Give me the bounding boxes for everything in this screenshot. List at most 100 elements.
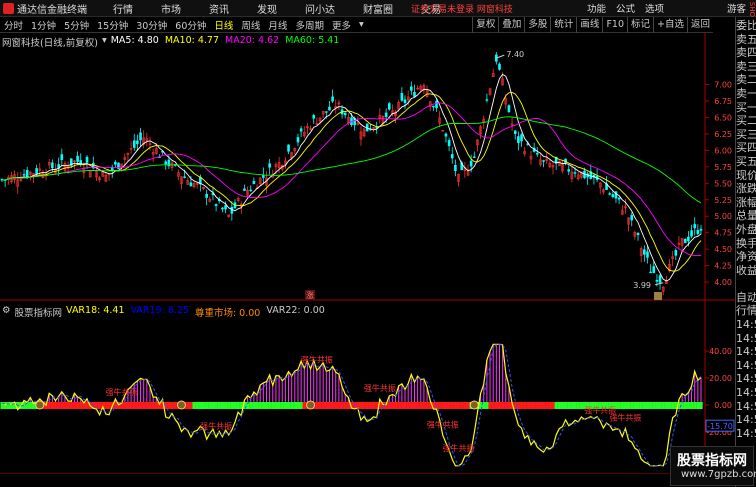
high-label: 7.40 <box>506 50 524 59</box>
price-tick-label: 6.50 <box>714 113 732 122</box>
candle-body <box>114 161 117 165</box>
candle-body <box>205 193 208 198</box>
signal-band-segment <box>302 402 306 409</box>
side-panel-item: 14:5 <box>736 318 756 332</box>
signal-band-segment <box>393 402 398 409</box>
candle-body <box>384 112 388 117</box>
signal-band-segment <box>441 402 445 409</box>
candle-body <box>136 140 139 145</box>
signal-band-segment <box>255 402 259 409</box>
signal-band-segment <box>211 402 215 409</box>
side-panel-item: 委比 <box>736 19 756 32</box>
signal-band-segment <box>236 402 240 409</box>
signal-band-segment <box>268 402 272 409</box>
candle-body <box>617 197 621 200</box>
signal-band-segment <box>198 402 203 409</box>
signal-band-segment <box>340 402 344 409</box>
signal-band-segment <box>167 402 171 409</box>
signal-band-segment <box>189 402 193 409</box>
var18-value: VAR18: 4.41 <box>66 305 125 316</box>
signal-band-segment <box>491 402 495 409</box>
price-tick-label: 5.75 <box>714 163 732 172</box>
signal-band-segment <box>220 402 225 409</box>
side-panel-item: 14:5 <box>736 426 756 440</box>
signal-band-segment <box>620 402 624 409</box>
signal-band-segment <box>208 402 212 409</box>
side-panel-item: 买二 <box>736 114 756 128</box>
signal-band-segment <box>324 402 329 409</box>
candle-body <box>683 238 687 244</box>
signal-band-segment <box>98 402 102 409</box>
signal-band-segment <box>412 402 417 409</box>
signal-band-segment <box>79 402 83 409</box>
candle-body <box>164 161 168 165</box>
candle-body <box>312 115 316 119</box>
kline-chart[interactable]: 7.00 6.75 6.50 6.25 6.00 5.75 5.50 5.25 5.00 4.75… <box>0 0 735 474</box>
candle-body <box>60 154 64 161</box>
signal-band-segment <box>642 402 647 409</box>
signal-band-segment <box>541 402 546 409</box>
market-value: 尊重市场: 0.00 <box>194 308 261 319</box>
signal-band-segment <box>456 402 461 409</box>
signal-band-segment <box>466 402 470 409</box>
signal-band-segment <box>214 402 218 409</box>
signal-band-segment <box>403 402 407 409</box>
side-badge[interactable]: SHO <box>748 2 756 17</box>
indicator-name[interactable]: 股票指标网 <box>15 305 63 319</box>
signal-band-segment <box>649 402 653 409</box>
signal-band-segment <box>327 402 332 409</box>
signal-band-segment <box>453 402 458 409</box>
candle-body <box>608 193 611 195</box>
signal-band-segment <box>318 402 322 409</box>
signal-band-segment <box>416 402 420 409</box>
signal-band-segment <box>129 402 133 409</box>
side-panel-item: 涨跌 <box>736 182 756 196</box>
signal-label: 强牛共振 <box>609 412 641 422</box>
signal-band-segment <box>548 402 552 409</box>
signal-band-segment <box>551 402 555 409</box>
signal-band-segment <box>554 402 558 409</box>
candle-body <box>287 144 290 152</box>
candle-body <box>498 63 501 70</box>
signal-band-segment <box>529 402 533 409</box>
candle-body <box>230 206 234 214</box>
candle-body <box>331 96 334 102</box>
signal-band-segment <box>290 402 294 409</box>
candle-body <box>643 249 646 255</box>
signal-band-segment <box>286 402 291 409</box>
signal-band-segment <box>557 402 562 409</box>
signal-band-segment <box>337 402 341 409</box>
candle-body <box>655 279 659 282</box>
signal-band-segment <box>264 402 269 409</box>
price-tick-label: 7.00 <box>714 80 732 89</box>
signal-band-segment <box>277 402 281 409</box>
candle-body <box>472 156 476 158</box>
signal-band-segment <box>507 402 511 409</box>
signal-band-segment <box>532 402 536 409</box>
candle-body <box>328 106 331 111</box>
candle-body <box>325 111 328 113</box>
side-panel-item: 净资 <box>736 250 756 264</box>
signal-band-segment <box>699 402 703 409</box>
candle-body <box>573 172 577 174</box>
quote-side-panel: 委比 卖五 卖四 卖三 卖二 卖一 买一 买二 买三 买四 买五 现价 涨跌 涨幅 总量 外盘 换手 净资 收益 自动… <box>735 2 756 487</box>
side-panel-item: 14:5 <box>736 386 756 400</box>
signal-circle-marker <box>469 400 479 410</box>
candle-body <box>35 168 38 175</box>
signal-band-segment <box>315 402 319 409</box>
signal-band-segment <box>293 402 297 409</box>
signal-band-segment <box>573 402 577 409</box>
candle-body <box>690 230 693 237</box>
candle-body <box>432 105 435 108</box>
signal-label: 强牛共振 <box>301 354 333 364</box>
candle-body <box>658 275 662 283</box>
signal-band-segment <box>50 402 55 409</box>
side-panel-item: 14:5 <box>736 345 756 359</box>
indicator-info: ⚙ 股票指标网 VAR18: 4.41 VAR19: 8.25 尊重市场: 0.… <box>2 305 325 319</box>
signal-circle-marker <box>176 400 186 410</box>
signal-band-segment <box>664 402 669 409</box>
candle-body <box>243 188 246 191</box>
signal-band-segment <box>138 402 143 409</box>
indicator-tick-label: 20.00 <box>709 374 732 383</box>
gear-icon[interactable]: ⚙ <box>2 305 11 319</box>
